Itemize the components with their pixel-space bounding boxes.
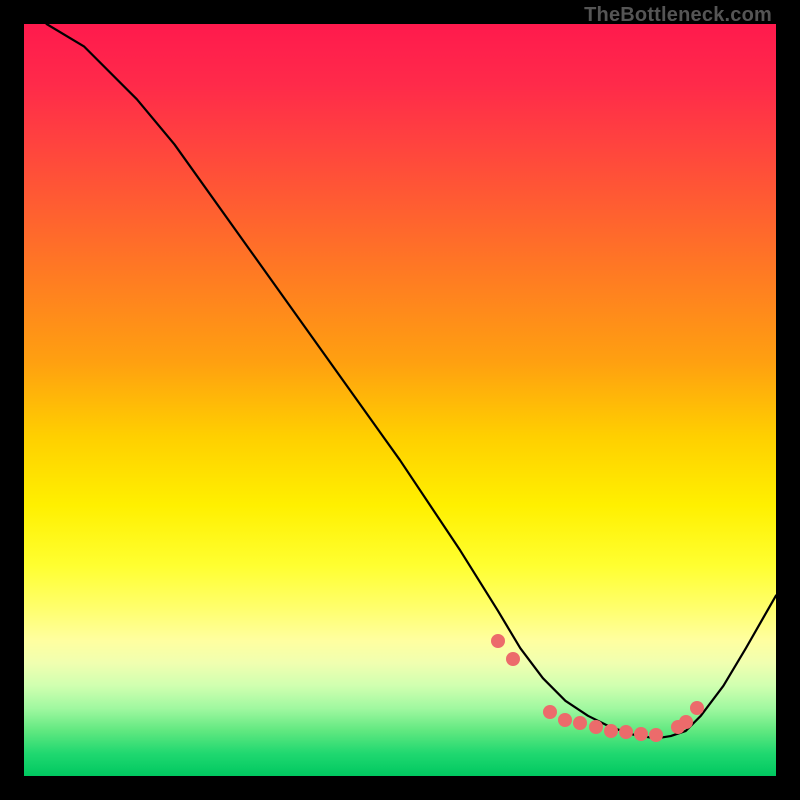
trough-dot — [558, 713, 572, 727]
curve-path — [47, 24, 776, 738]
trough-dot — [634, 727, 648, 741]
trough-dot — [506, 652, 520, 666]
trough-dot — [491, 634, 505, 648]
plot-area — [24, 24, 776, 776]
chart-frame: TheBottleneck.com — [0, 0, 800, 800]
trough-dot — [619, 725, 633, 739]
trough-dot — [649, 728, 663, 742]
trough-dot — [573, 716, 587, 730]
trough-dot — [589, 720, 603, 734]
watermark-text: TheBottleneck.com — [584, 4, 772, 27]
trough-dot — [690, 701, 704, 715]
trough-dot — [604, 724, 618, 738]
curve-svg — [24, 24, 776, 776]
trough-dot — [543, 705, 557, 719]
trough-dot — [679, 715, 693, 729]
